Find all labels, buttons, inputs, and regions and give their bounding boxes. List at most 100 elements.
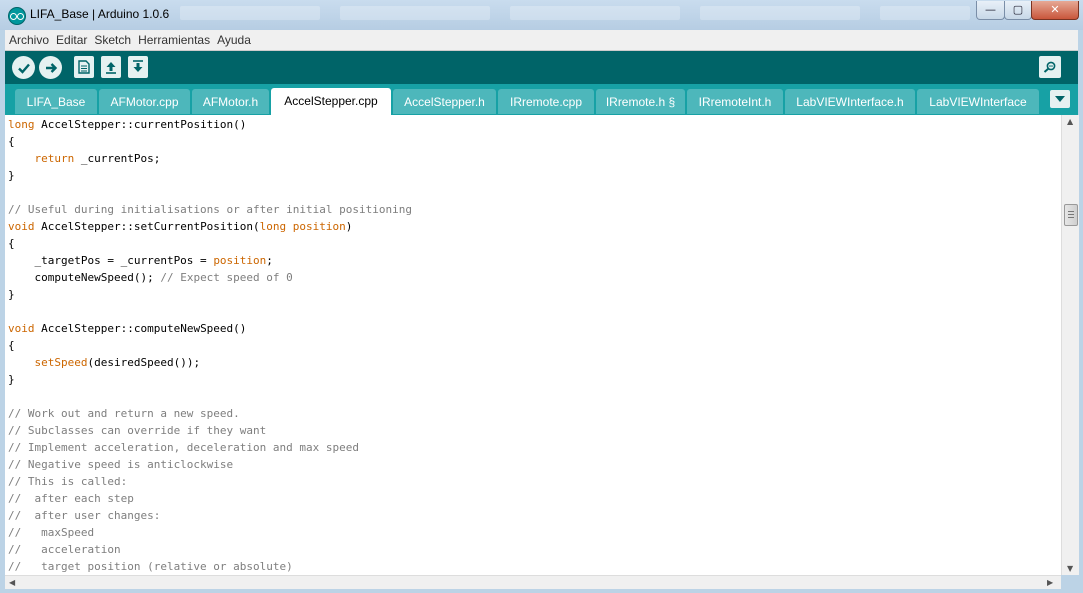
arduino-logo-icon <box>8 7 26 25</box>
code-line: // after each step <box>8 490 134 507</box>
close-button[interactable]: ✕ <box>1031 1 1079 20</box>
code-token: // after user changes: <box>8 509 161 522</box>
code-line: } <box>8 286 15 303</box>
open-icon <box>106 62 116 74</box>
tab-irremote-cpp[interactable]: IRremote.cpp <box>498 89 594 114</box>
tab-irremote-h[interactable]: IRremote.h § <box>596 89 685 114</box>
code-line: long AccelStepper::currentPosition() <box>8 116 246 133</box>
background-tab-ghost <box>700 6 860 20</box>
code-line: // after user changes: <box>8 507 160 524</box>
horizontal-scrollbar[interactable]: ◀ ▶ <box>5 575 1061 590</box>
code-editor[interactable]: long AccelStepper::currentPosition(){ re… <box>5 115 1061 575</box>
code-line: setSpeed(desiredSpeed()); <box>8 354 201 371</box>
code-token: void <box>8 220 35 233</box>
background-tab-ghost <box>880 6 970 20</box>
new-icon <box>78 60 90 74</box>
scroll-up-icon[interactable]: ▲ <box>1067 117 1073 126</box>
code-token: // acceleration <box>8 543 121 556</box>
code-token: // maxSpeed <box>8 526 95 539</box>
tab-lifa-base[interactable]: LIFA_Base <box>15 89 97 114</box>
code-token: { <box>8 339 15 352</box>
code-token: // target position (relative or absolute… <box>8 560 293 573</box>
code-token: } <box>8 373 15 386</box>
code-line: } <box>8 167 15 184</box>
code-token: long <box>259 220 287 233</box>
tab-menu-button[interactable] <box>1050 90 1070 108</box>
code-token: ) <box>345 220 353 233</box>
tab-bar: LIFA_Base AFMotor.cpp AFMotor.h AccelSte… <box>5 84 1078 115</box>
code-token: computeNewSpeed(); <box>8 271 161 284</box>
code-line: } <box>8 371 15 388</box>
window-title: LIFA_Base | Arduino 1.0.6 <box>30 7 170 21</box>
code-token: { <box>8 135 15 148</box>
code-line: _targetPos = _currentPos = position; <box>8 252 272 269</box>
scroll-right-icon[interactable]: ▶ <box>1047 578 1053 587</box>
tab-labviewinterface-h[interactable]: LabVIEWInterface.h <box>785 89 915 114</box>
tab-accelstepper-cpp[interactable]: AccelStepper.cpp <box>271 88 391 115</box>
tab-afmotor-cpp[interactable]: AFMotor.cpp <box>99 89 190 114</box>
code-token: return <box>34 152 75 165</box>
code-token: } <box>8 288 15 301</box>
code-line: // maxSpeed <box>8 524 94 541</box>
minimize-button[interactable]: — <box>976 1 1005 20</box>
save-button[interactable] <box>128 56 148 78</box>
code-line: // Useful during initialisations or afte… <box>8 201 412 218</box>
code-token: // Subclasses can override if they want <box>8 424 267 437</box>
code-token: _currentPos; <box>74 152 161 165</box>
new-button[interactable] <box>74 56 94 78</box>
code-token: AccelStepper::computeNewSpeed() <box>34 322 247 335</box>
verify-button[interactable] <box>12 56 35 79</box>
menu-ayuda[interactable]: Ayuda <box>213 33 254 47</box>
tab-labviewinterface[interactable]: LabVIEWInterface <box>917 89 1039 114</box>
code-token: // Work out and return a new speed. <box>8 407 240 420</box>
tab-afmotor-h[interactable]: AFMotor.h <box>192 89 269 114</box>
code-token: long <box>8 118 35 131</box>
tab-accelstepper-h[interactable]: AccelStepper.h <box>393 89 496 114</box>
arduino-window: LIFA_Base | Arduino 1.0.6 — ▢ ✕ Archivo … <box>0 0 1083 593</box>
code-line: void AccelStepper::setCurrentPosition(lo… <box>8 218 352 235</box>
upload-icon <box>45 62 57 73</box>
code-token: AccelStepper::setCurrentPosition( <box>34 220 260 233</box>
code-token: } <box>8 169 15 182</box>
code-line: // target position (relative or absolute… <box>8 558 293 575</box>
code-token: position <box>292 220 346 233</box>
code-token: position <box>213 254 267 267</box>
code-token: (desiredSpeed()); <box>87 356 201 369</box>
code-token: _targetPos = _currentPos = <box>8 254 214 267</box>
code-line: // This is called: <box>8 473 127 490</box>
code-line: void AccelStepper::computeNewSpeed() <box>8 320 246 337</box>
upload-button[interactable] <box>39 56 62 79</box>
menu-editar[interactable]: Editar <box>52 33 90 47</box>
code-line: return _currentPos; <box>8 150 161 167</box>
code-line: // acceleration <box>8 541 121 558</box>
toolbar <box>5 51 1078 84</box>
vertical-scroll-thumb[interactable] <box>1064 204 1078 226</box>
open-button[interactable] <box>101 56 121 78</box>
menu-bar: Archivo Editar Sketch Herramientas Ayuda <box>5 30 1078 51</box>
code-line: // Subclasses can override if they want <box>8 422 266 439</box>
chevron-down-icon <box>1055 96 1065 102</box>
menu-sketch[interactable]: Sketch <box>90 33 134 47</box>
scroll-left-icon[interactable]: ◀ <box>9 578 15 587</box>
code-token: // This is called: <box>8 475 128 488</box>
menu-herramientas[interactable]: Herramientas <box>134 33 213 47</box>
code-token: // Useful during initialisations or afte… <box>8 203 412 216</box>
scroll-down-icon[interactable]: ▼ <box>1067 564 1073 573</box>
code-line: // Implement acceleration, deceleration … <box>8 439 359 456</box>
vertical-scrollbar[interactable]: ▲ ▼ <box>1061 115 1079 575</box>
code-line: { <box>8 235 15 252</box>
verify-icon <box>17 63 30 74</box>
maximize-button[interactable]: ▢ <box>1004 1 1032 20</box>
code-token: // Expect speed of 0 <box>160 271 293 284</box>
tab-irremoteint-h[interactable]: IRremoteInt.h <box>687 89 783 114</box>
serial-monitor-button[interactable] <box>1039 56 1061 78</box>
code-token: { <box>8 237 15 250</box>
menu-archivo[interactable]: Archivo <box>5 33 52 47</box>
code-token: // Implement acceleration, deceleration … <box>8 441 359 454</box>
code-line: // Work out and return a new speed. <box>8 405 240 422</box>
code-line: { <box>8 337 15 354</box>
code-token: AccelStepper::currentPosition() <box>34 118 247 131</box>
